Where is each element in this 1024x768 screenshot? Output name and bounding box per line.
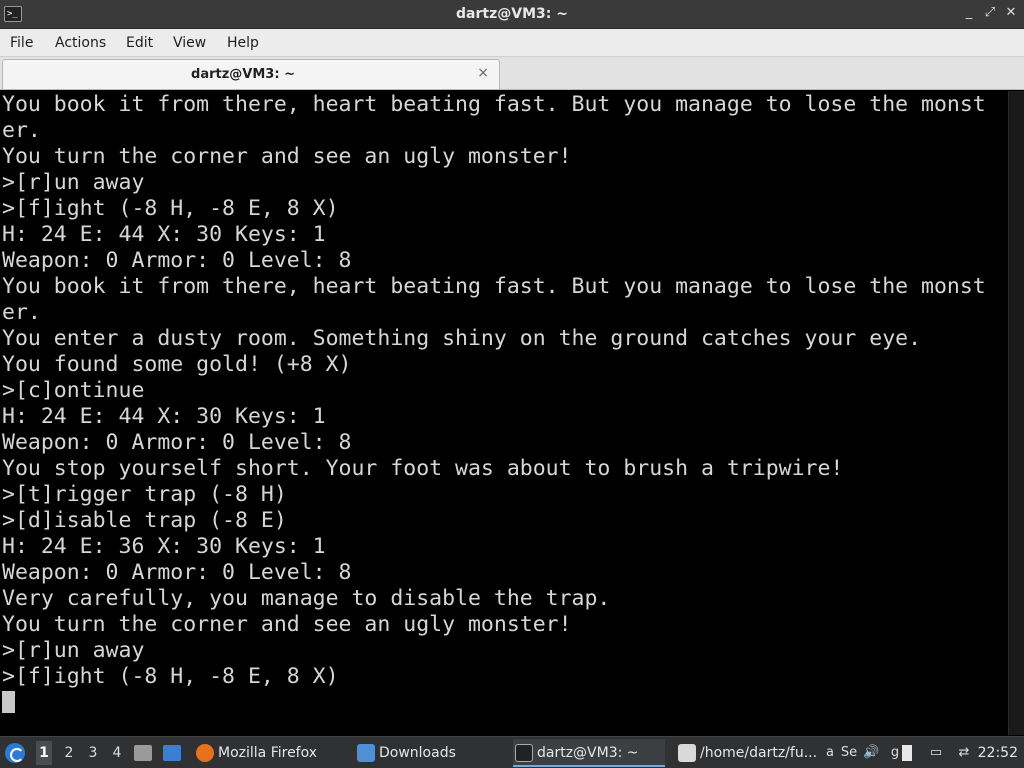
file-manager-launcher-icon[interactable]	[134, 745, 152, 761]
tray-text-a: a	[826, 745, 834, 760]
window-title: dartz@VM3: ~	[456, 6, 568, 22]
text-cursor	[2, 691, 15, 713]
terminal-line: >[f]ight (-8 H, -8 E, 8 X)	[2, 196, 339, 221]
folder-icon	[357, 744, 375, 762]
terminal-line: You turn the corner and see an ugly mons…	[2, 612, 572, 637]
task-terminal[interactable]: dartz@VM3: ~	[513, 739, 665, 767]
terminal-icon	[515, 744, 533, 762]
workspace-1[interactable]: 1	[36, 741, 52, 765]
workspace-2[interactable]: 2	[61, 745, 77, 768]
task-downloads[interactable]: Downloads	[355, 739, 505, 767]
workspace-4[interactable]: 4	[109, 745, 125, 768]
maximize-icon[interactable]: ⤢	[983, 5, 997, 21]
terminal-line: You book it from there, heart beating fa…	[2, 274, 986, 299]
task-editor-label: /home/dartz/fu...	[700, 745, 818, 761]
minimize-icon[interactable]: _	[962, 5, 976, 21]
terminal-line: You stop yourself short. Your foot was a…	[2, 456, 844, 481]
start-menu-icon[interactable]	[5, 743, 25, 763]
close-icon[interactable]: ✕	[1004, 5, 1018, 21]
menu-view[interactable]: View	[173, 35, 206, 51]
tab-label: dartz@VM3: ~	[191, 67, 295, 82]
volume-icon[interactable]: 🔊	[863, 745, 879, 761]
terminal-line: er.	[2, 300, 41, 325]
clock: 22:52	[977, 745, 1018, 761]
network-icon[interactable]: ⇄	[956, 745, 972, 761]
terminal-line: H: 24 E: 44 X: 30 Keys: 1	[2, 222, 326, 247]
terminal-line: You turn the corner and see an ugly mons…	[2, 144, 572, 169]
terminal-line: H: 24 E: 36 X: 30 Keys: 1	[2, 534, 326, 559]
firefox-icon	[196, 744, 214, 762]
menu-actions[interactable]: Actions	[55, 35, 106, 51]
terminal-line: >[r]un away	[2, 170, 145, 195]
terminal-tab[interactable]: dartz@VM3: ~ ×	[2, 59, 500, 89]
tab-close-icon[interactable]: ×	[477, 65, 489, 81]
terminal-scrollbar[interactable]	[1008, 91, 1024, 735]
terminal-line: Very carefully, you manage to disable th…	[2, 586, 611, 611]
terminal-line: Weapon: 0 Armor: 0 Level: 8	[2, 560, 352, 585]
menu-help[interactable]: Help	[227, 35, 259, 51]
taskbar: 1 2 3 4 Mozilla Firefox Downloads dartz@…	[0, 736, 1024, 768]
terminal-line: Weapon: 0 Armor: 0 Level: 8	[2, 248, 352, 273]
terminal-line: You enter a dusty room. Something shiny …	[2, 326, 922, 351]
tab-bar: dartz@VM3: ~ ×	[0, 57, 1024, 90]
task-downloads-label: Downloads	[379, 745, 456, 761]
terminal-lines: You book it from there, heart beating fa…	[2, 92, 986, 690]
terminal-line: You book it from there, heart beating fa…	[2, 92, 986, 117]
task-firefox-label: Mozilla Firefox	[218, 745, 318, 761]
terminal-line: >[c]ontinue	[2, 378, 145, 403]
text-editor-icon	[678, 744, 696, 762]
clipboard-icon[interactable]	[902, 745, 912, 761]
tray-text-se[interactable]: Se	[838, 745, 860, 761]
task-editor[interactable]: /home/dartz/fu...	[676, 739, 826, 767]
terminal-line: >[d]isable trap (-8 E)	[2, 508, 287, 533]
terminal-line: You found some gold! (+8 X)	[2, 352, 352, 377]
show-desktop-icon[interactable]	[163, 745, 181, 761]
terminal-line: >[r]un away	[2, 638, 145, 663]
window-titlebar[interactable]: >_ dartz@VM3: ~ _ ⤢ ✕	[0, 0, 1024, 29]
display-icon[interactable]: ▭	[928, 745, 944, 761]
menu-bar: File Actions Edit View Help	[0, 29, 1024, 57]
menu-file[interactable]: File	[10, 35, 33, 51]
task-terminal-label: dartz@VM3: ~	[537, 745, 639, 761]
terminal-line: >[t]rigger trap (-8 H)	[2, 482, 287, 507]
task-firefox[interactable]: Mozilla Firefox	[194, 739, 344, 767]
terminal-line: Weapon: 0 Armor: 0 Level: 8	[2, 430, 352, 455]
tray-text-g[interactable]: g	[887, 745, 903, 761]
terminal-line: >[f]ight (-8 H, -8 E, 8 X)	[2, 664, 339, 689]
menu-edit[interactable]: Edit	[126, 35, 153, 51]
terminal-output[interactable]: You book it from there, heart beating fa…	[0, 91, 1008, 735]
terminal-line: er.	[2, 118, 41, 143]
terminal-line: H: 24 E: 44 X: 30 Keys: 1	[2, 404, 326, 429]
workspace-3[interactable]: 3	[85, 745, 101, 768]
